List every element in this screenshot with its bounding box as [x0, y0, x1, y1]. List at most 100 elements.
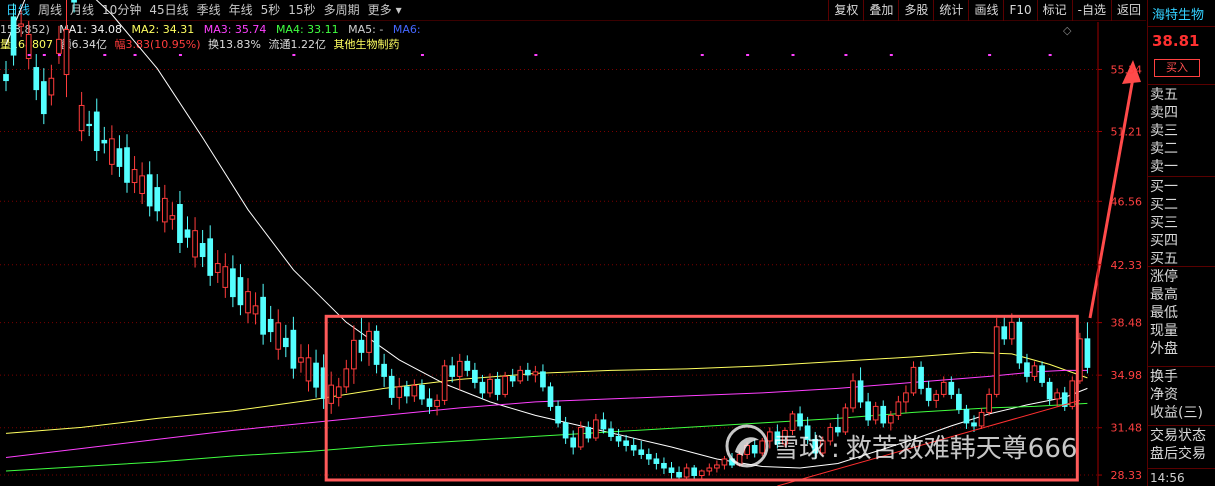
- candle: [1054, 388, 1061, 407]
- candle-body-down: [86, 123, 93, 127]
- candle: [124, 134, 130, 193]
- grid-layer: [0, 68, 1098, 476]
- candle: [872, 401, 879, 425]
- candle-body-down: [199, 243, 206, 258]
- candle-body-down: [645, 453, 652, 460]
- candle-body-down: [10, 16, 17, 56]
- clock: 14:56: [1150, 471, 1185, 485]
- candle-body-down: [124, 147, 130, 183]
- buy-button[interactable]: 买入: [1154, 59, 1200, 77]
- candle: [903, 385, 909, 413]
- candle: [381, 353, 387, 387]
- y-tick-label: 55.34: [1111, 63, 1143, 76]
- watermark-author: 救苦救难韩天尊666: [845, 433, 1078, 464]
- y-tick-label: 34.98: [1111, 369, 1143, 382]
- candle: [517, 365, 524, 384]
- candle: [449, 356, 456, 383]
- candle-body-down: [313, 362, 319, 388]
- candle: [260, 283, 266, 345]
- candle: [298, 344, 304, 373]
- candle: [426, 388, 433, 414]
- candle-body-up: [933, 393, 940, 401]
- y-tick-label: 31.48: [1111, 422, 1143, 435]
- candle-body-down: [653, 458, 660, 464]
- candle: [101, 126, 108, 154]
- candle-body-down: [184, 229, 191, 238]
- candle-body-down: [116, 148, 123, 167]
- candle-body-up: [109, 138, 115, 165]
- candle-body-up: [351, 339, 357, 370]
- candle-body-down: [1039, 365, 1045, 383]
- candle-body-down: [676, 471, 682, 478]
- candle: [472, 362, 478, 389]
- candle-body-up: [698, 470, 705, 476]
- candle: [1016, 317, 1023, 369]
- candle-body-up: [1031, 365, 1038, 377]
- candle-body-down: [388, 375, 395, 398]
- candle-body-down: [237, 277, 244, 306]
- candle-body-up: [48, 77, 55, 96]
- candle-body-down: [146, 174, 153, 207]
- candlestick-chart[interactable]: 61.76 55.3451.2146.5642.3338.4834.9831.4…: [0, 0, 1146, 486]
- candle-body-down: [207, 238, 214, 276]
- candle-body-down: [419, 384, 425, 400]
- candle: [252, 292, 259, 325]
- quote-row-label: 卖二: [1150, 141, 1178, 157]
- candle-body-up: [245, 291, 251, 314]
- candle-body-up: [593, 419, 599, 439]
- candle-body-up: [487, 378, 493, 394]
- candle: [139, 162, 145, 205]
- candle: [683, 463, 690, 480]
- candle-body-up: [18, 23, 24, 27]
- candle-body-up: [706, 467, 713, 472]
- quote-row-label: 收益(三): [1150, 405, 1203, 421]
- candle: [335, 377, 342, 407]
- candle: [1001, 316, 1008, 345]
- candle-body-down: [40, 81, 47, 115]
- quote-row-label: 现量: [1150, 323, 1178, 339]
- candle: [184, 216, 191, 248]
- candle: [78, 91, 85, 142]
- candle: [910, 361, 917, 396]
- candle-body-up: [305, 357, 312, 382]
- candle-body-down: [668, 467, 675, 473]
- candle: [388, 368, 395, 405]
- candle: [555, 400, 561, 428]
- candle-body-down: [956, 393, 962, 410]
- candle: [668, 461, 675, 479]
- candle-body-down: [464, 360, 471, 371]
- candle: [1008, 313, 1015, 345]
- quote-row-label: 最高: [1150, 287, 1178, 303]
- candle-body-up: [441, 365, 448, 401]
- candle: [524, 362, 531, 381]
- candle-body-up: [222, 266, 229, 288]
- candle: [63, 0, 70, 98]
- stock-name[interactable]: 海特生物: [1152, 4, 1204, 23]
- candle: [366, 322, 372, 366]
- signal-dot: [889, 54, 893, 56]
- candle: [1031, 361, 1038, 381]
- signal-dot: [988, 54, 992, 56]
- candle-body-down: [449, 365, 456, 377]
- candle: [109, 125, 115, 175]
- candle: [169, 202, 176, 230]
- candle-body-up: [275, 322, 282, 350]
- signal-dot: [746, 54, 750, 56]
- candle-body-up: [169, 215, 176, 220]
- candle-body-up: [161, 197, 168, 223]
- xueqiu-watermark: 雪球: 救苦救难韩天尊666: [725, 424, 1077, 468]
- candle-body-up: [335, 386, 342, 398]
- quote-row-label: 卖三: [1150, 123, 1178, 139]
- signal-dot: [27, 54, 31, 56]
- candle-body-down: [494, 378, 501, 395]
- candle: [441, 359, 448, 405]
- candle-body-down: [691, 467, 698, 476]
- candle-body-down: [282, 337, 289, 348]
- candle: [1084, 322, 1091, 374]
- axis-layer: 55.34 51.21 46.56 42.33 38.48 34.98 31.48 28.33: [1097, 22, 1143, 486]
- candle: [305, 344, 312, 392]
- ma-line-ma2: [5, 351, 1088, 434]
- candle-body-down: [638, 449, 645, 455]
- candle-body-down: [358, 339, 365, 353]
- candle-body-down: [615, 435, 622, 442]
